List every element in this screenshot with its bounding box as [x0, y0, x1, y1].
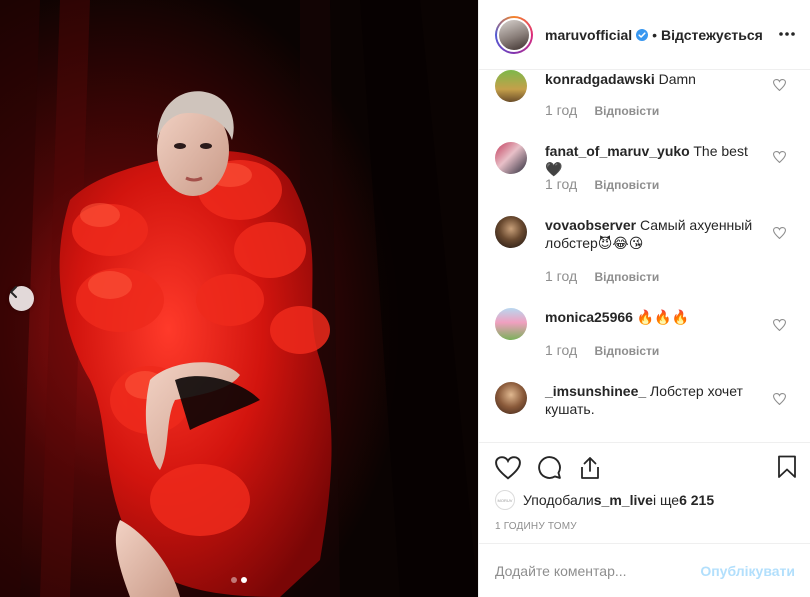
commenter-username[interactable]: _imsunshinee_	[545, 383, 646, 399]
commenter-username[interactable]: monica25966	[545, 309, 633, 325]
more-options-icon	[779, 32, 795, 36]
verified-badge-icon	[636, 28, 649, 41]
likes-prefix: Уподобали	[523, 492, 594, 508]
comment-time: 1 год	[545, 268, 578, 284]
share-icon	[581, 456, 599, 479]
author-username[interactable]: maruvofficial	[545, 27, 632, 43]
comment-time: 1 год	[545, 102, 578, 118]
carousel-dot	[231, 577, 237, 583]
share-button[interactable]	[578, 456, 602, 483]
photo-illustration	[0, 0, 478, 597]
post-header: maruvofficial • Відстежується	[479, 0, 810, 70]
liker-username[interactable]: s_m_live	[594, 492, 653, 508]
more-options-button[interactable]	[777, 24, 797, 44]
publish-button[interactable]: Опублікувати	[700, 563, 795, 579]
likes-count[interactable]: 6 215	[679, 492, 714, 508]
heart-icon	[495, 455, 521, 480]
reply-button[interactable]: Відповісти	[594, 104, 659, 118]
comment-text: Damn	[658, 71, 696, 87]
carousel-prev-button[interactable]	[9, 286, 34, 311]
commenter-username[interactable]: konradgadawski	[545, 71, 655, 87]
comment-like-button[interactable]	[772, 78, 787, 92]
commenter-avatar[interactable]	[495, 142, 527, 174]
action-icons	[495, 455, 602, 483]
likes-middle: і ще	[652, 492, 680, 508]
commenter-username[interactable]: fanat_of_maruv_yuko	[545, 143, 690, 159]
post-actions-section: MORUV Уподобали s_m_live і ще 6 215 1 ГО…	[479, 442, 810, 597]
post-photo[interactable]	[0, 0, 478, 597]
likes-summary: MORUV Уподобали s_m_live і ще 6 215	[495, 490, 714, 510]
header-separator: •	[652, 26, 658, 43]
chevron-left-icon	[10, 286, 17, 298]
carousel-indicator	[0, 577, 478, 583]
reply-button[interactable]: Відповісти	[594, 344, 659, 358]
comment-like-button[interactable]	[772, 150, 787, 164]
post-timestamp[interactable]: 1 ГОДИНУ ТОМУ	[495, 521, 577, 532]
reply-button[interactable]: Відповісти	[594, 178, 659, 192]
comment-time: 1 год	[545, 342, 578, 358]
comments-list[interactable]: konradgadawski Damn 1 год Відповісти fan	[479, 70, 810, 442]
post-side-panel: maruvofficial • Відстежується konradgada…	[478, 0, 810, 597]
comment-like-button[interactable]	[772, 226, 787, 240]
heart-icon	[772, 79, 787, 92]
comment-icon	[538, 456, 561, 479]
comment-time: 1 год	[545, 176, 578, 192]
comment-like-button[interactable]	[772, 392, 787, 406]
commenter-avatar[interactable]	[495, 216, 527, 248]
liker-avatar[interactable]: MORUV	[495, 490, 515, 510]
comment-text: 🔥🔥🔥	[636, 309, 690, 325]
commenter-avatar[interactable]	[495, 382, 527, 414]
author-avatar[interactable]	[495, 15, 533, 54]
like-button[interactable]	[495, 455, 521, 483]
comment-button[interactable]	[537, 455, 562, 483]
bookmark-icon	[778, 455, 796, 478]
heart-icon	[772, 319, 787, 332]
reply-button[interactable]: Відповісти	[594, 270, 659, 284]
comment-input[interactable]	[495, 563, 701, 579]
save-button[interactable]	[777, 455, 797, 482]
commenter-avatar[interactable]	[495, 70, 527, 102]
comment-like-button[interactable]	[772, 318, 787, 332]
carousel-dot-active	[241, 577, 247, 583]
commenter-avatar[interactable]	[495, 308, 527, 340]
add-comment-bar: Опублікувати	[479, 543, 810, 597]
heart-icon	[772, 227, 787, 240]
heart-icon	[772, 393, 787, 406]
heart-icon	[772, 151, 787, 164]
commenter-username[interactable]: vovaobserver	[545, 217, 636, 233]
follow-status-button[interactable]: Відстежується	[661, 27, 763, 43]
instagram-post-modal: maruvofficial • Відстежується konradgada…	[0, 0, 810, 597]
